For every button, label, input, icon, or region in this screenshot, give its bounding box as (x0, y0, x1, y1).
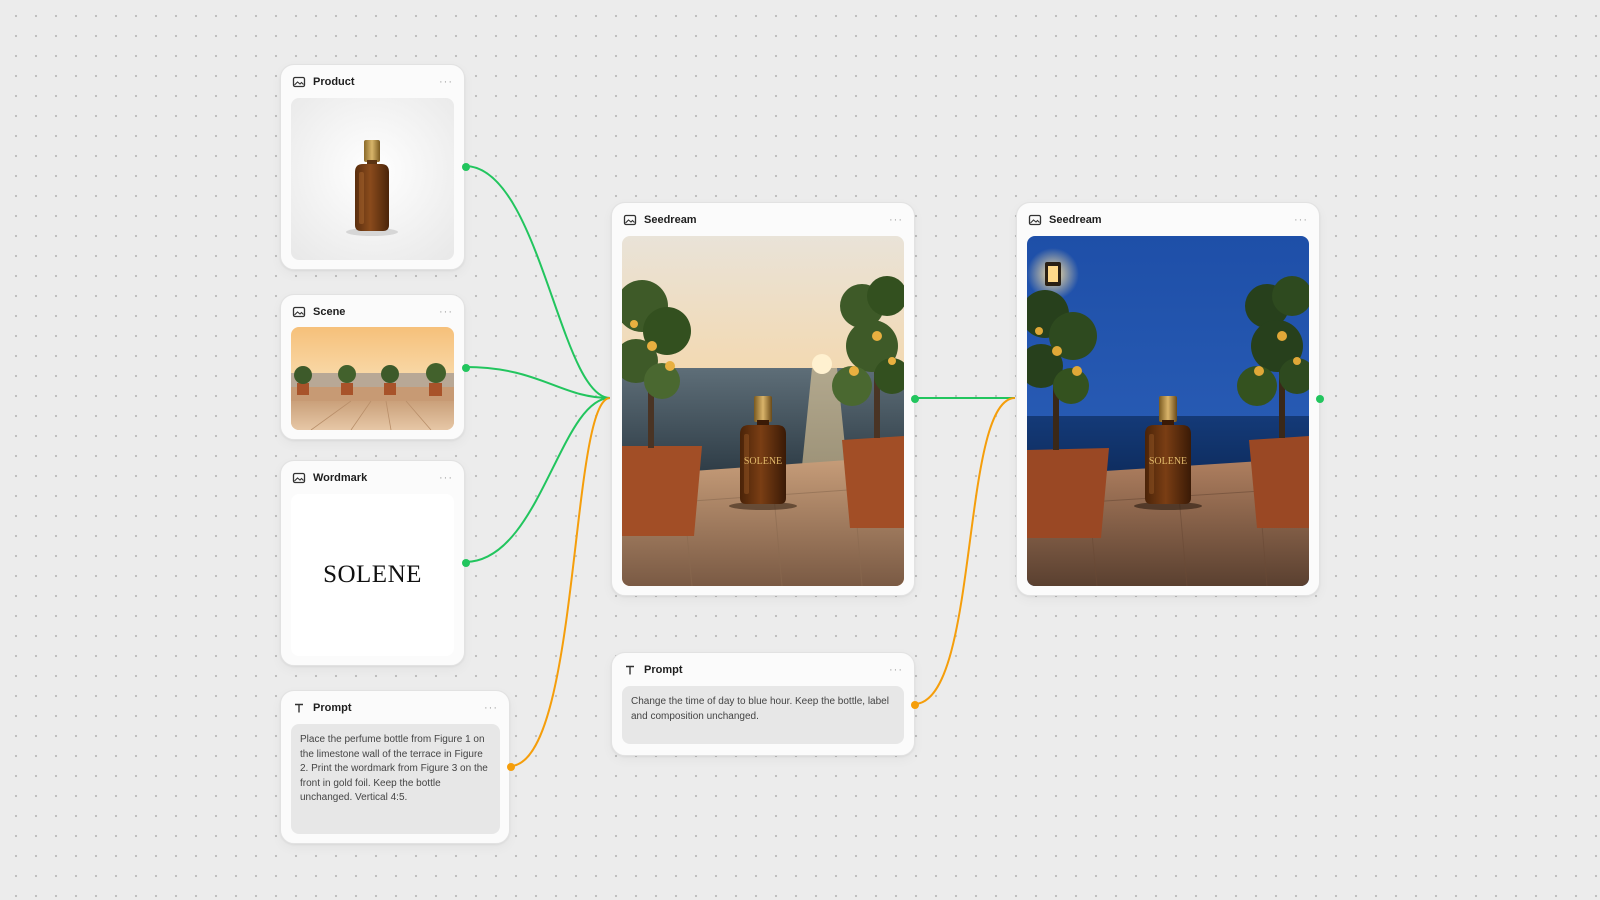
node-title: Prompt (313, 702, 352, 714)
node-prompt[interactable]: Prompt ··· Change the time of day to blu… (611, 652, 919, 756)
image-icon (292, 305, 306, 319)
edge-product-to-seedream (464, 165, 611, 399)
node-header[interactable]: Wordmark ··· (292, 469, 453, 487)
product-image (291, 98, 454, 260)
generated-image: SOLENE (622, 236, 904, 586)
output-port[interactable] (911, 395, 919, 403)
node-seedream[interactable]: Seedream ··· SOLENE (611, 202, 919, 596)
prompt-text[interactable]: Place the perfume bottle from Figure 1 o… (291, 724, 500, 834)
more-options-icon[interactable]: ··· (439, 306, 453, 318)
edge-prompt2-to-seedream2 (913, 397, 1016, 705)
more-options-icon[interactable]: ··· (1294, 214, 1308, 226)
wordmark-text: SOLENE (323, 561, 422, 588)
node-scene[interactable]: Scene ··· (280, 294, 470, 440)
node-title: Wordmark (313, 472, 368, 484)
output-port[interactable] (462, 559, 470, 567)
node-title: Prompt (644, 664, 683, 676)
node-header[interactable]: Prompt ··· (623, 661, 903, 679)
node-header[interactable]: Seedream ··· (623, 211, 903, 229)
scene-image (291, 327, 454, 430)
output-port[interactable] (911, 701, 919, 709)
text-icon (292, 701, 306, 715)
edge-wordmark-to-seedream (464, 397, 611, 563)
image-icon (623, 213, 637, 227)
node-header[interactable]: Scene ··· (292, 303, 453, 321)
bottle-label: SOLENE (744, 456, 782, 467)
node-title: Seedream (1049, 214, 1102, 226)
bottle-label: SOLENE (1149, 456, 1187, 467)
node-seedream[interactable]: Seedream ··· SOLENE (1016, 202, 1324, 596)
node-header[interactable]: Prompt ··· (292, 699, 498, 717)
output-port[interactable] (462, 163, 470, 171)
node-title: Scene (313, 306, 346, 318)
edge-scene-to-seedream (464, 366, 611, 399)
node-title: Seedream (644, 214, 697, 226)
output-port[interactable] (1316, 395, 1324, 403)
more-options-icon[interactable]: ··· (439, 76, 453, 88)
more-options-icon[interactable]: ··· (484, 702, 498, 714)
node-header[interactable]: Seedream ··· (1028, 211, 1308, 229)
node-wordmark[interactable]: Wordmark ··· SOLENE (280, 460, 470, 666)
more-options-icon[interactable]: ··· (889, 664, 903, 676)
generated-image: SOLENE (1027, 236, 1309, 586)
output-port[interactable] (462, 364, 470, 372)
image-icon (292, 75, 306, 89)
more-options-icon[interactable]: ··· (889, 214, 903, 226)
node-header[interactable]: Product ··· (292, 73, 453, 91)
prompt-text[interactable]: Change the time of day to blue hour. Kee… (622, 686, 904, 744)
more-options-icon[interactable]: ··· (439, 472, 453, 484)
edge-prompt-to-seedream (509, 397, 611, 767)
image-icon (1028, 213, 1042, 227)
node-title: Product (313, 76, 355, 88)
text-icon (623, 663, 637, 677)
node-prompt[interactable]: Prompt ··· Place the perfume bottle from… (280, 690, 515, 844)
node-product[interactable]: Product ··· (280, 64, 470, 270)
wordmark-image: SOLENE (291, 494, 454, 656)
image-icon (292, 471, 306, 485)
output-port[interactable] (507, 763, 515, 771)
